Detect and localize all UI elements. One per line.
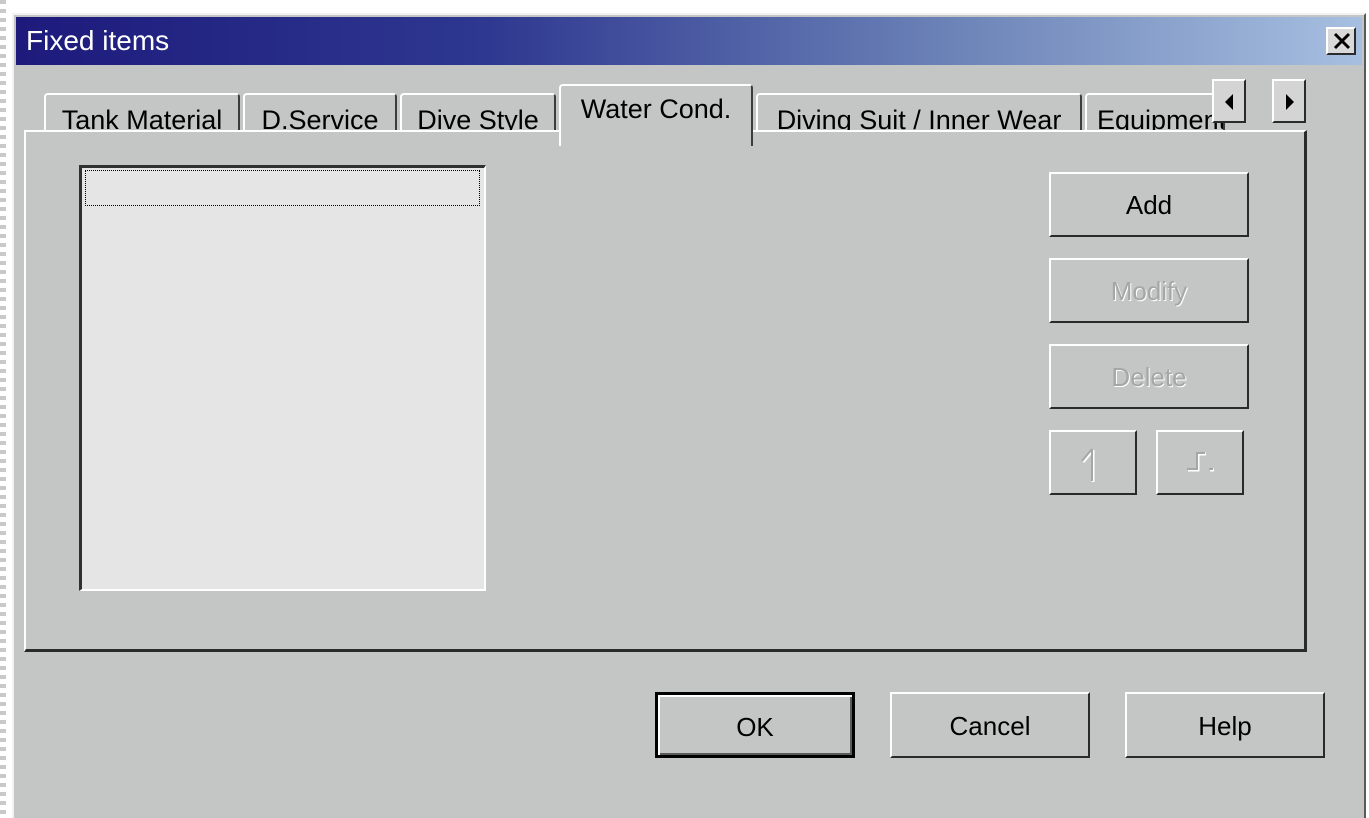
background-dash-border: [0, 0, 6, 818]
ok-button[interactable]: OK: [655, 692, 855, 758]
window-title: Fixed items: [26, 25, 170, 56]
move-up-button[interactable]: [1049, 430, 1137, 495]
tab-scroll-left-button[interactable]: [1212, 79, 1246, 123]
list-item[interactable]: [85, 170, 480, 206]
close-icon: [1333, 32, 1351, 50]
triangle-left-icon: [1225, 94, 1233, 110]
add-button[interactable]: Add: [1049, 172, 1249, 237]
tab-water-cond[interactable]: Water Cond.: [559, 84, 753, 146]
title-bar: Fixed items: [16, 17, 1362, 65]
move-down-icon: [1187, 452, 1214, 472]
tab-scroll-right-button[interactable]: [1272, 79, 1306, 123]
tab-panel-water-cond: Add Modify Delete: [24, 130, 1307, 652]
cancel-button[interactable]: Cancel: [890, 692, 1090, 758]
move-down-button[interactable]: [1156, 430, 1244, 495]
modify-button[interactable]: Modify: [1049, 258, 1249, 323]
items-listbox[interactable]: [79, 165, 486, 591]
triangle-right-icon: [1286, 94, 1294, 110]
close-button[interactable]: [1326, 27, 1356, 55]
move-up-icon: [1081, 448, 1095, 482]
help-button[interactable]: Help: [1125, 692, 1325, 758]
delete-button[interactable]: Delete: [1049, 344, 1249, 409]
